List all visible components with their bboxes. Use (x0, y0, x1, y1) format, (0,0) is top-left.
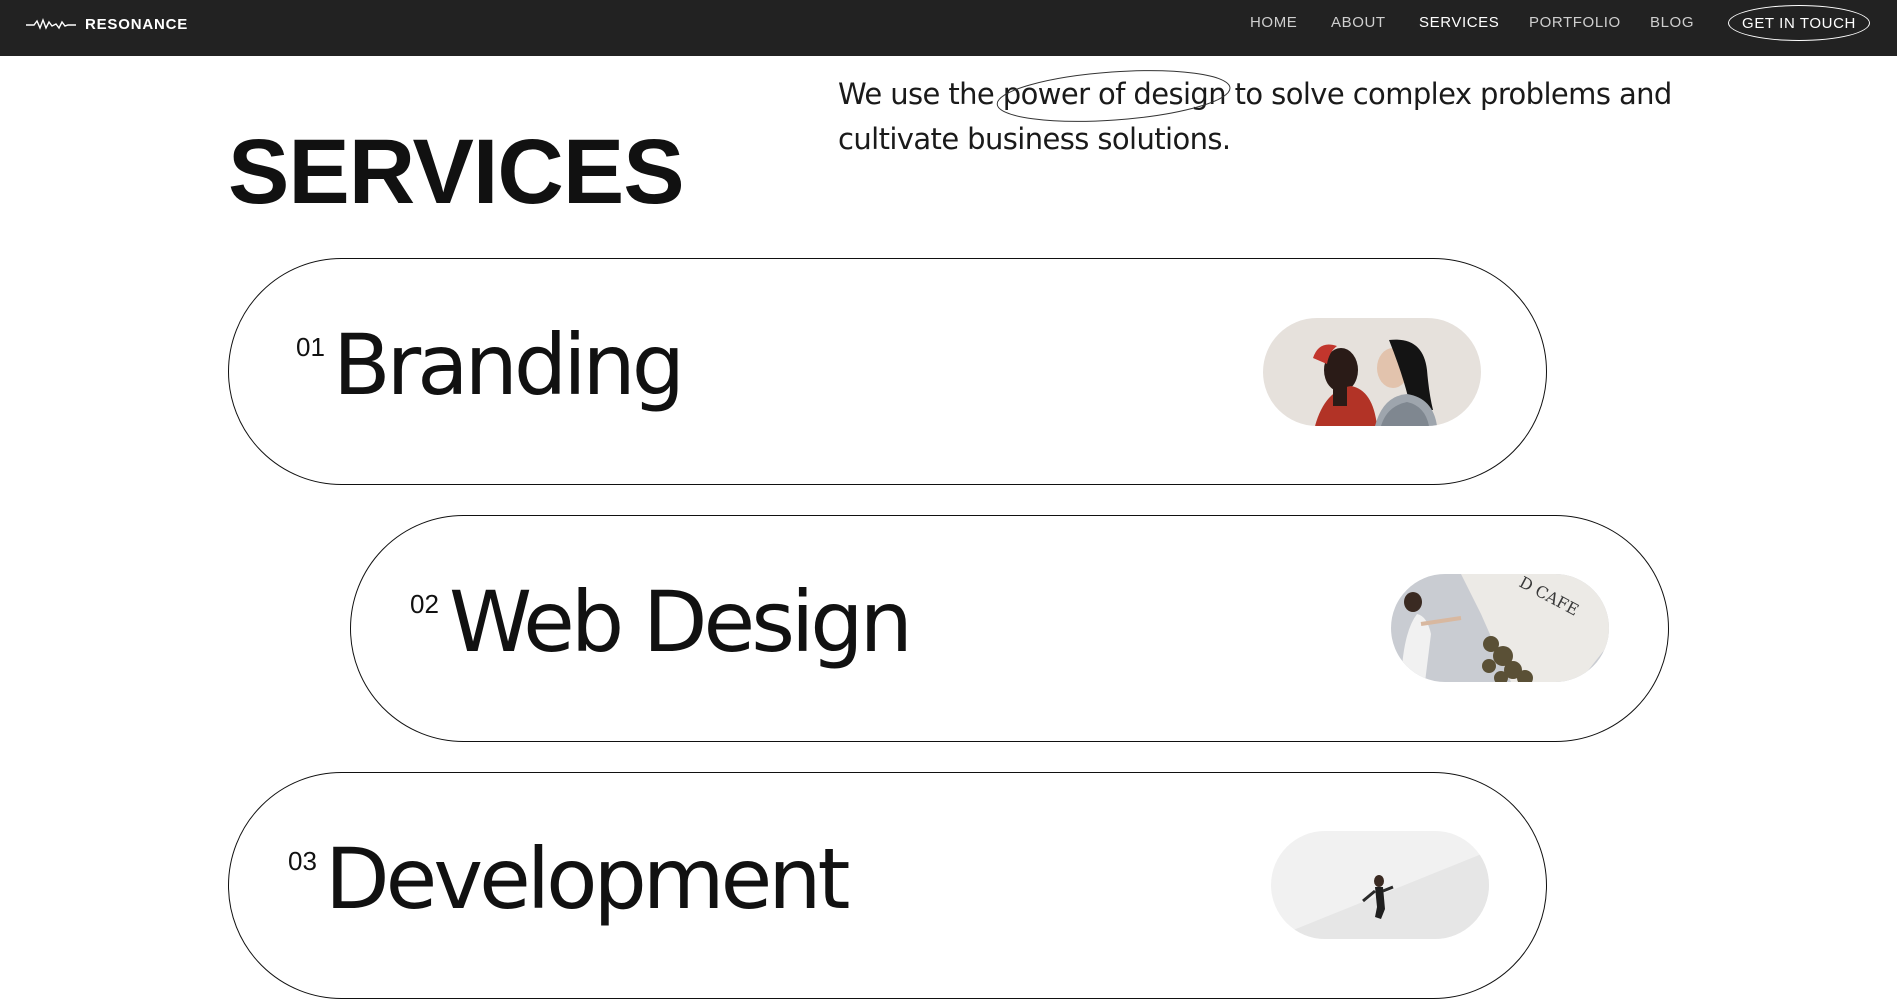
intro-highlight: power of design (996, 70, 1231, 122)
figure-on-white-wall-photo (1271, 831, 1489, 939)
nav-home[interactable]: HOME (1250, 14, 1297, 31)
brand-logo[interactable]: RESONANCE (26, 14, 188, 34)
intro-paragraph: We use the power of design to solve comp… (838, 70, 1698, 162)
couple-portrait-photo (1263, 318, 1481, 426)
nav-services[interactable]: SERVICES (1419, 14, 1499, 31)
service-card-development[interactable]: 03 Development (228, 772, 1547, 999)
top-navigation-bar: RESONANCE HOME ABOUT SERVICES PORTFOLIO … (0, 0, 1897, 56)
service-title: Development (325, 830, 850, 928)
service-number: 02 (410, 589, 439, 619)
service-number: 01 (296, 332, 325, 362)
get-in-touch-button[interactable]: GET IN TOUCH (1728, 5, 1870, 41)
service-card-web-design[interactable]: 02 Web Design D CAFE (350, 515, 1669, 742)
service-card-branding[interactable]: 01 Branding (228, 258, 1547, 485)
page-title: SERVICES (228, 120, 685, 223)
nav-portfolio[interactable]: PORTFOLIO (1529, 14, 1621, 31)
service-title: Web Design (449, 573, 913, 671)
cafe-signage-photo: D CAFE (1391, 574, 1609, 682)
nav-blog[interactable]: BLOG (1650, 14, 1694, 31)
brand-name: RESONANCE (85, 15, 189, 33)
waveform-icon (26, 16, 76, 32)
nav-about[interactable]: ABOUT (1331, 14, 1386, 31)
intro-text-before: We use the (838, 77, 1003, 111)
intro-highlight-text: power of design (1002, 77, 1227, 111)
service-number: 03 (288, 846, 317, 876)
service-title: Branding (333, 316, 685, 414)
